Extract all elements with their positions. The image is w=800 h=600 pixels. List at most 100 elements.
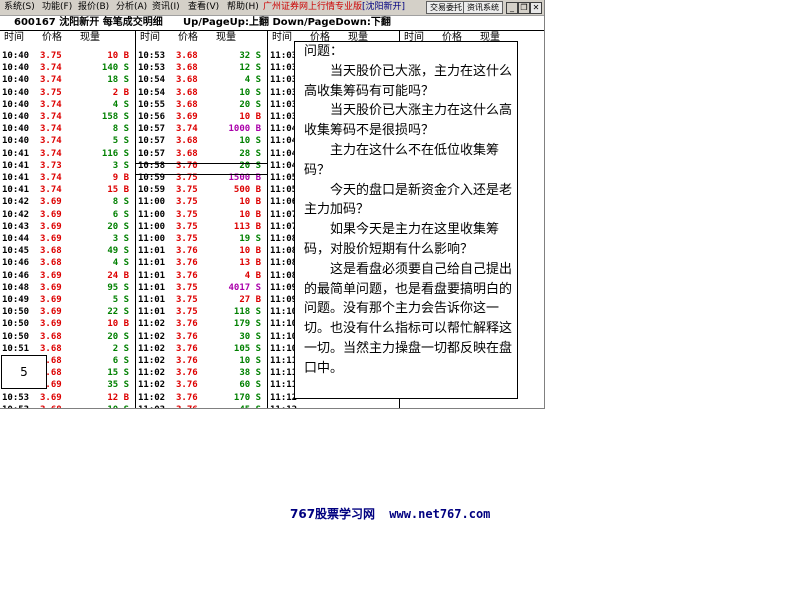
tick-volume: 140 S (101, 63, 129, 74)
tick-price: 3.75 (176, 282, 198, 293)
tick-row: 10:51 3.68 2 S (0, 343, 135, 355)
tick-row: 10:53 3.69 12 B (0, 392, 135, 404)
tick-row: 11:01 3.75 4017 S (136, 282, 267, 294)
tick-volume: 24 B (107, 270, 129, 281)
tick-price: 3.76 (176, 368, 198, 379)
tick-volume: 6 S (112, 209, 129, 220)
tick-price: 3.76 (176, 270, 198, 281)
menu-item[interactable]: 报价(B) (76, 0, 111, 15)
tick-time: 11:01 (138, 258, 166, 269)
tick-time: 10:55 (138, 99, 166, 110)
tick-price: 3.74 (40, 63, 62, 74)
tick-time: 11:00 (138, 209, 166, 220)
menu-item[interactable]: 帮助(H) (225, 0, 261, 15)
tick-time: 10:57 (138, 136, 166, 147)
menu-item[interactable]: 查看(V) (186, 0, 221, 15)
tick-time: 10:40 (2, 75, 30, 86)
tick-row: 10:48 3.69 95 S (0, 282, 135, 294)
tick-row: 10:57 3.68 28 S (136, 148, 267, 160)
tick-volume: 27 B (239, 295, 261, 305)
tick-row: 10:40 3.74 4 S (0, 99, 135, 111)
footer-credit: 767股票学习网 www.net767.com (290, 505, 490, 522)
tick-time: 10:44 (2, 234, 30, 244)
tick-time: 11:01 (138, 307, 166, 318)
tick-price: 3.68 (176, 148, 198, 159)
tick-volume: 10 S (239, 87, 261, 98)
tick-row: 10:41 3.73 3 S (0, 160, 135, 172)
tick-volume: 30 S (239, 331, 261, 342)
tick-price: 3.68 (176, 63, 198, 74)
close-icon[interactable]: ✕ (530, 2, 542, 14)
tick-price: 3.76 (176, 246, 198, 257)
tick-time: 10:54 (138, 75, 166, 86)
tick-volume: 10 S (107, 404, 129, 408)
tick-volume: 118 S (233, 307, 261, 318)
tick-row: 10:57 3.68 10 S (136, 135, 267, 147)
menu-item[interactable]: 分析(A) (114, 0, 149, 15)
page-number: 5 (1, 355, 47, 389)
menu-item[interactable]: 系统(S) (2, 0, 37, 15)
tick-time: 10:40 (2, 124, 30, 135)
tick-time: 11:00 (138, 197, 166, 208)
tick-time: 10:42 (2, 209, 30, 220)
stock-title-bar: 600167 沈阳新开 每笔成交明细 Up/PageUp:上翻 Down/Pag… (0, 16, 544, 31)
news-system-button[interactable]: 资讯系统 (463, 1, 503, 14)
tick-row: 10:43 3.69 20 S (0, 221, 135, 233)
tick-price: 3.76 (176, 331, 198, 342)
column-header: 时间 价格 现量 (136, 31, 267, 44)
tick-volume: 32 S (239, 51, 261, 61)
menu-item[interactable]: 资讯(I) (150, 0, 182, 15)
tick-time: 10:49 (2, 295, 30, 305)
tick-time: 10:53 (138, 51, 166, 61)
tick-volume: 4017 S (228, 282, 261, 293)
tick-row: 10:54 3.68 10 S (136, 87, 267, 99)
tick-row: 10:55 3.68 20 S (136, 99, 267, 111)
tick-price: 3.76 (176, 343, 198, 354)
tick-price: 3.76 (176, 392, 198, 403)
tick-row: 11:00 3.75 113 B (136, 221, 267, 233)
tick-price: 3.76 (176, 258, 198, 269)
tick-price: 3.74 (176, 124, 198, 135)
tick-volume: 5 S (112, 136, 129, 147)
tick-volume: 38 S (239, 368, 261, 379)
trade-order-button[interactable]: 交易委托 (426, 1, 466, 14)
tick-price: 3.74 (40, 124, 62, 135)
overlay-paragraph: 当天股价已大涨，主力在这什么高收集筹码有可能吗？ (304, 63, 513, 99)
tick-volume: 10 S (239, 356, 261, 366)
divider (136, 163, 267, 164)
tick-price: 3.74 (40, 173, 62, 183)
tick-volume: 20 S (239, 99, 261, 110)
tick-row: 10:56 3.69 10 B (136, 111, 267, 123)
tick-volume: 113 B (233, 221, 261, 232)
tick-time: 10:41 (2, 173, 30, 183)
tick-volume: 10 B (239, 112, 261, 122)
tick-row: 10:42 3.69 6 S (0, 209, 135, 221)
tick-time: 11:01 (138, 246, 166, 257)
tick-time: 11:01 (138, 282, 166, 293)
tick-time: 10:58 (138, 160, 166, 171)
tick-time: 10:46 (2, 258, 30, 269)
tick-row: 10:45 3.68 49 S (0, 245, 135, 257)
menu-item[interactable]: 功能(F) (40, 0, 74, 15)
overlay-paragraph: 主力在这什么不在低位收集筹码？ (304, 142, 500, 178)
tick-volume: 8 S (112, 124, 129, 135)
tick-price: 3.75 (176, 197, 198, 208)
tick-volume: 15 B (107, 185, 129, 196)
tick-volume: 105 S (233, 343, 261, 354)
tick-volume: 10 S (239, 136, 261, 147)
tick-time: 11:02 (138, 319, 166, 330)
tick-price: 3.70 (176, 160, 198, 171)
tick-time: 10:48 (2, 282, 30, 293)
tick-time: 10:57 (138, 124, 166, 135)
overlay-paragraph: 当天股价已大涨主力在这什么高收集筹码不是很损吗？ (304, 103, 513, 139)
tick-price: 3.68 (40, 331, 62, 342)
tick-price: 3.76 (176, 404, 198, 408)
tick-time: 11:02 (138, 368, 166, 379)
tick-row: 10:46 3.69 24 B (0, 270, 135, 282)
tick-row: 10:54 3.68 4 S (136, 74, 267, 86)
tick-price: 3.68 (176, 75, 198, 86)
tick-price: 3.68 (176, 99, 198, 110)
tick-volume: 3 S (112, 160, 129, 171)
restore-icon[interactable]: ❐ (518, 2, 530, 14)
minimize-icon[interactable]: _ (506, 2, 518, 14)
